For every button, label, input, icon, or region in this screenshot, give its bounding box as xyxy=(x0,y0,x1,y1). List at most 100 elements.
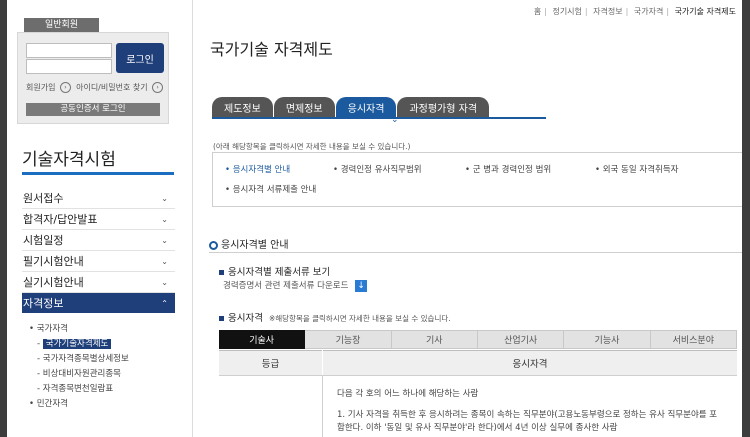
sidebar-item-label: 실기시험안내 xyxy=(23,276,84,289)
login-box: 로그인 회원가입 › 아이디/비밀번호 찾기 › 공동인증서 로그인 xyxy=(17,32,169,124)
section-divider xyxy=(209,252,742,253)
chevron-down-icon: ⌄ xyxy=(391,115,399,125)
grade-tab-master-craftsman[interactable]: 기능장 xyxy=(305,330,392,349)
sidebar-item-label: 필기시험안내 xyxy=(23,255,84,268)
download-icon[interactable]: ↓ xyxy=(355,279,368,292)
password-input[interactable] xyxy=(26,59,112,74)
breadcrumb-item[interactable]: 정기시험 xyxy=(552,7,581,16)
docs-heading-label: 응시자격별 제출서류 보기 xyxy=(228,267,331,278)
submenu-label: 자격종목변천일람표 xyxy=(42,384,114,394)
sidebar-title: 기술자격시험 xyxy=(22,150,116,170)
chevron-right-icon: › xyxy=(60,82,71,93)
sublink-label: 응시자격별 안내 xyxy=(232,165,291,175)
requirement-heading: 응시자격 ※해당항목을 클릭하시면 자세한 내용을 보실 수 있습니다. xyxy=(219,310,451,324)
square-bullet-icon xyxy=(219,316,224,321)
submenu-private[interactable]: • 민간자격 xyxy=(29,397,129,412)
chevron-up-icon: ⌃ xyxy=(161,298,168,308)
requirement-note: ※해당항목을 클릭하시면 자세한 내용을 보실 수 있습니다. xyxy=(268,314,451,323)
chevron-down-icon: ⌄ xyxy=(161,214,168,224)
tab-bar: 제도정보 면제정보 응시자격 과정평가형 자격 xyxy=(212,97,490,117)
sidebar-submenu: • 국가자격 - 국가기술자격제도 - 국가자격종목별상세정보 - 비상대비자원… xyxy=(29,322,129,412)
submenu-national[interactable]: • 국가자격 xyxy=(29,322,129,337)
table-cell-line: 함한다. 이하 '동일 및 유사 직무분야'라 한다)에서 4년 이상 실무에 … xyxy=(337,423,618,433)
submenu-item-system[interactable]: - 국가기술자격제도 xyxy=(29,337,129,352)
table-cell-line: 다음 각 호의 어느 하나에 해당하는 사람 xyxy=(337,389,479,399)
sublink-career-range[interactable]: • 경력인정 유사직무범위 xyxy=(333,163,422,175)
sublink-eligibility-guide[interactable]: • 응시자격별 안내 xyxy=(225,163,290,175)
sidebar-divider xyxy=(192,0,193,437)
sublink-label: 경력인정 유사직무범위 xyxy=(340,165,422,175)
chevron-down-icon: ⌄ xyxy=(161,256,168,266)
table-cell-grade xyxy=(219,375,323,437)
sublink-box: • 응시자격별 안내 • 경력인정 유사직무범위 • 군 병과 경력인정 범위 … xyxy=(212,152,742,207)
find-account-link[interactable]: 아이디/비밀번호 찾기 xyxy=(76,83,147,92)
grade-tab-industrial-engineer[interactable]: 산업기사 xyxy=(477,330,565,349)
page-frame: 일반회원 로그인 회원가입 › 아이디/비밀번호 찾기 › 공동인증서 로그인 … xyxy=(7,0,742,437)
table-header-grade: 등급 xyxy=(219,350,322,376)
chevron-right-icon: › xyxy=(152,82,164,93)
sidebar-item-label: 시험일정 xyxy=(23,234,64,247)
tab-system-info[interactable]: 제도정보 xyxy=(212,97,273,117)
submenu-item-details[interactable]: - 국가자격종목별상세정보 xyxy=(29,352,129,367)
id-input[interactable] xyxy=(26,43,112,58)
submenu-label: 비상대비자원관리종목 xyxy=(42,369,121,379)
tab-exemption-info[interactable]: 면제정보 xyxy=(273,97,335,117)
sidebar-item-application[interactable]: 원서접수 ⌄ xyxy=(22,188,175,209)
sublink-document-guide[interactable]: • 응시자격 서류제출 안내 xyxy=(225,183,316,195)
sidebar-item-results[interactable]: 합격자/답안발표 ⌄ xyxy=(22,209,175,230)
member-type-tag: 일반회원 xyxy=(24,18,99,32)
sidebar: 일반회원 로그인 회원가입 › 아이디/비밀번호 찾기 › 공동인증서 로그인 … xyxy=(7,0,177,437)
submenu-label: 민간자격 xyxy=(36,399,68,409)
docs-download-row: 경력증명서 관련 제출서류 다운로드 ↓ xyxy=(223,279,368,292)
docs-heading: 응시자격별 제출서류 보기 xyxy=(219,264,330,278)
square-bullet-icon xyxy=(219,270,224,275)
sublink-label: 군 병과 경력인정 범위 xyxy=(472,165,552,175)
grade-tab-professional-engineer[interactable]: 기술사 xyxy=(219,330,306,349)
sidebar-item-label: 합격자/답안발표 xyxy=(23,213,98,226)
breadcrumb-current: 국가기술 자격제도 xyxy=(674,7,736,16)
table-cell-line: 1. 기사 자격을 취득한 후 응시하려는 종목이 속하는 직무분야(고용노동부… xyxy=(337,410,718,420)
page-title: 국가기술 자격제도 xyxy=(210,40,333,59)
section-title-label: 응시자격별 안내 xyxy=(221,240,289,251)
tab-course-evaluation[interactable]: 과정평가형 자격 xyxy=(397,97,490,117)
sublink-foreign-holder[interactable]: • 외국 동일 자격취득자 xyxy=(595,163,679,175)
submenu-label: 국가자격 xyxy=(36,324,68,334)
submenu-item-emergency[interactable]: - 비상대비자원관리종목 xyxy=(29,367,129,382)
requirement-heading-label: 응시자격 xyxy=(228,313,263,324)
sidebar-item-written-exam[interactable]: 필기시험안내 ⌄ xyxy=(22,251,175,272)
breadcrumb-item[interactable]: 국가자격 xyxy=(634,7,663,16)
sidebar-menu: 원서접수 ⌄ 합격자/답안발표 ⌄ 시험일정 ⌄ 필기시험안내 ⌄ 실기시험안내 ⌄ 자격… xyxy=(22,188,175,313)
sublink-label: 응시자격 서류제출 안내 xyxy=(232,185,317,195)
hint-text: (아래 해당항목을 클릭하시면 자세한 내용을 보실 수 있습니다.) xyxy=(213,142,411,151)
sidebar-item-schedule[interactable]: 시험일정 ⌄ xyxy=(22,230,175,251)
submenu-label: 국가기술자격제도 xyxy=(42,339,112,349)
grade-tab-craftsman[interactable]: 기능사 xyxy=(564,330,651,349)
sidebar-item-practical-exam[interactable]: 실기시험안내 ⌄ xyxy=(22,272,175,293)
login-links: 회원가입 › 아이디/비밀번호 찾기 › xyxy=(26,82,164,93)
sidebar-item-qualification-info[interactable]: 자격정보 ⌃ xyxy=(22,293,175,313)
sidebar-item-label: 자격정보 xyxy=(23,297,64,310)
grade-tab-service[interactable]: 서비스분야 xyxy=(650,330,737,349)
login-button[interactable]: 로그인 xyxy=(116,43,164,73)
breadcrumb-item[interactable]: 자격정보 xyxy=(593,7,622,16)
grade-tab-bar: 기술사 기능장 기사 산업기사 기능사 서비스분야 xyxy=(219,330,737,349)
sidebar-item-label: 원서접수 xyxy=(23,192,64,205)
section-title: 응시자격별 안내 xyxy=(209,236,289,251)
tab-eligibility[interactable]: 응시자격 xyxy=(335,97,397,117)
eligibility-table: 등급 응시자격 다음 각 호의 어느 하나에 해당하는 사람 1. 기사 자격을… xyxy=(219,350,737,437)
submenu-item-history[interactable]: - 자격종목변천일람표 xyxy=(29,382,129,397)
chevron-down-icon: ⌄ xyxy=(161,193,168,203)
breadcrumb-home[interactable]: 홈 xyxy=(534,7,541,16)
certificate-login-button[interactable]: 공동인증서 로그인 xyxy=(26,103,160,116)
table-header-eligibility: 응시자격 xyxy=(323,350,737,376)
breadcrumb: 홈 | 정기시험 | 자격정보 | 국가자격 | 국가기술 자격제도 xyxy=(533,7,736,16)
sublink-military-career[interactable]: • 군 병과 경력인정 범위 xyxy=(465,163,551,175)
docs-description: 경력증명서 관련 제출서류 다운로드 xyxy=(223,281,349,291)
sublink-label: 외국 동일 자격취득자 xyxy=(602,165,679,175)
chevron-down-icon: ⌄ xyxy=(161,277,168,287)
join-link[interactable]: 회원가입 xyxy=(26,83,55,92)
sidebar-title-underline xyxy=(22,172,174,175)
tab-underline xyxy=(212,117,546,119)
grade-tab-engineer[interactable]: 기사 xyxy=(391,330,478,349)
submenu-label: 국가자격종목별상세정보 xyxy=(42,354,129,364)
